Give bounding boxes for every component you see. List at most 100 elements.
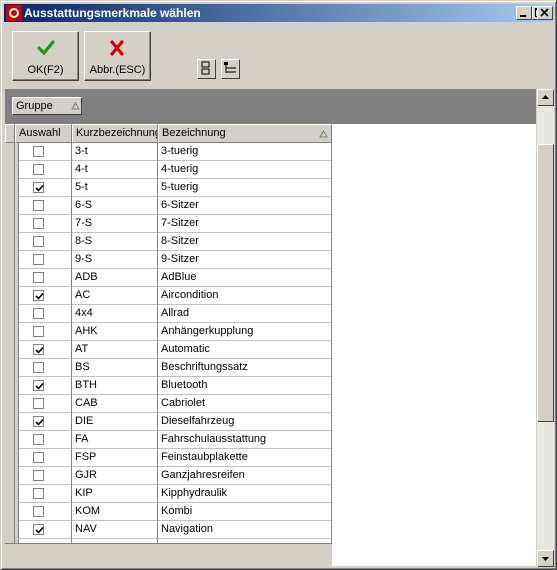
cell-kurzbezeichnung[interactable]: 5-t [72, 179, 158, 197]
row-indicator[interactable] [5, 305, 15, 323]
selection-checkbox[interactable] [33, 380, 44, 391]
cell-kurzbezeichnung[interactable]: 4x4 [72, 305, 158, 323]
cell-bezeichnung[interactable]: Cabriolet [158, 395, 332, 413]
row-indicator[interactable] [5, 521, 15, 539]
selection-checkbox[interactable] [33, 416, 44, 427]
header-bezeichnung[interactable]: Bezeichnung [158, 124, 332, 143]
cell-kurzbezeichnung[interactable]: AHK [72, 323, 158, 341]
cell-bezeichnung[interactable]: Beschriftungssatz [158, 359, 332, 377]
cell-kurzbezeichnung[interactable]: CAB [72, 395, 158, 413]
cell-bezeichnung[interactable]: Bluetooth [158, 377, 332, 395]
table-row[interactable]: 8-S 8-Sitzer [5, 233, 332, 251]
selection-checkbox[interactable] [33, 452, 44, 463]
column-layout-button[interactable] [197, 59, 216, 79]
cell-bezeichnung[interactable]: Fahrschulausstattung [158, 431, 332, 449]
selection-checkbox[interactable] [33, 236, 44, 247]
cell-kurzbezeichnung[interactable]: 8-S [72, 233, 158, 251]
table-row[interactable]: BTH Bluetooth [5, 377, 332, 395]
table-row[interactable]: 7-S 7-Sitzer [5, 215, 332, 233]
selection-checkbox[interactable] [33, 290, 44, 301]
cell-kurzbezeichnung[interactable]: AT [72, 341, 158, 359]
cell-kurzbezeichnung[interactable]: ADB [72, 269, 158, 287]
cell-bezeichnung[interactable]: Allrad [158, 305, 332, 323]
cell-kurzbezeichnung[interactable]: BS [72, 359, 158, 377]
row-indicator[interactable] [5, 215, 15, 233]
row-indicator[interactable] [5, 485, 15, 503]
vertical-scrollbar[interactable] [537, 89, 554, 567]
cell-kurzbezeichnung[interactable]: 9-S [72, 251, 158, 269]
cell-bezeichnung[interactable]: Feinstaubplakette [158, 449, 332, 467]
table-row[interactable]: 9-S 9-Sitzer [5, 251, 332, 269]
cell-bezeichnung[interactable]: Kombi [158, 503, 332, 521]
table-row[interactable]: GJR Ganzjahresreifen [5, 467, 332, 485]
selection-checkbox[interactable] [33, 326, 44, 337]
header-kurzbezeichnung[interactable]: Kurzbezeichnung [72, 124, 158, 143]
selection-checkbox[interactable] [33, 164, 44, 175]
cell-bezeichnung[interactable]: 4-tuerig [158, 161, 332, 179]
cell-kurzbezeichnung[interactable]: AC [72, 287, 158, 305]
cell-kurzbezeichnung[interactable]: DIE [72, 413, 158, 431]
selection-checkbox[interactable] [33, 434, 44, 445]
table-row[interactable]: DIE Dieselfahrzeug [5, 413, 332, 431]
row-indicator[interactable] [5, 449, 15, 467]
selection-checkbox[interactable] [33, 470, 44, 481]
table-row[interactable]: KOM Kombi [5, 503, 332, 521]
selection-checkbox[interactable] [33, 308, 44, 319]
row-indicator[interactable] [5, 143, 15, 161]
table-row[interactable]: FSP Feinstaubplakette [5, 449, 332, 467]
cell-bezeichnung[interactable]: Automatic [158, 341, 332, 359]
table-row[interactable]: 5-t 5-tuerig [5, 179, 332, 197]
cell-bezeichnung[interactable]: 9-Sitzer [158, 251, 332, 269]
row-indicator[interactable] [5, 197, 15, 215]
cell-bezeichnung[interactable]: 8-Sitzer [158, 233, 332, 251]
selection-checkbox[interactable] [33, 398, 44, 409]
row-indicator[interactable] [5, 323, 15, 341]
cell-bezeichnung[interactable]: 5-tuerig [158, 179, 332, 197]
selection-checkbox[interactable] [33, 488, 44, 499]
selection-checkbox[interactable] [33, 344, 44, 355]
cell-bezeichnung[interactable]: Anhängerkupplung [158, 323, 332, 341]
cell-kurzbezeichnung[interactable]: 3-t [72, 143, 158, 161]
cell-kurzbezeichnung[interactable]: FA [72, 431, 158, 449]
selection-checkbox[interactable] [33, 362, 44, 373]
row-indicator[interactable] [5, 341, 15, 359]
selection-checkbox[interactable] [33, 254, 44, 265]
cell-kurzbezeichnung[interactable]: FSP [72, 449, 158, 467]
selection-checkbox[interactable] [33, 146, 44, 157]
row-indicator[interactable] [5, 431, 15, 449]
row-indicator[interactable] [5, 269, 15, 287]
table-row[interactable]: NAV Navigation [5, 521, 332, 539]
cell-bezeichnung[interactable]: Navigation [158, 521, 332, 539]
cell-kurzbezeichnung[interactable]: 6-S [72, 197, 158, 215]
row-indicator[interactable] [5, 233, 15, 251]
selection-checkbox[interactable] [33, 272, 44, 283]
ok-button[interactable]: OK(F2) [12, 31, 79, 81]
table-row[interactable]: 3-t 3-tuerig [5, 143, 332, 161]
cell-bezeichnung[interactable]: Ganzjahresreifen [158, 467, 332, 485]
selection-checkbox[interactable] [33, 218, 44, 229]
cell-bezeichnung[interactable]: 6-Sitzer [158, 197, 332, 215]
row-indicator[interactable] [5, 179, 15, 197]
cell-kurzbezeichnung[interactable]: NAV [72, 521, 158, 539]
row-indicator[interactable] [5, 251, 15, 269]
cell-bezeichnung[interactable]: Dieselfahrzeug [158, 413, 332, 431]
table-row[interactable]: 4-t 4-tuerig [5, 161, 332, 179]
header-auswahl[interactable]: Auswahl [15, 124, 72, 143]
table-row[interactable]: KIP Kipphydraulik [5, 485, 332, 503]
cell-kurzbezeichnung[interactable]: KOM [72, 503, 158, 521]
close-button[interactable] [537, 6, 553, 20]
table-row[interactable]: AC Aircondition [5, 287, 332, 305]
selection-checkbox[interactable] [33, 506, 44, 517]
table-row[interactable]: ADB AdBlue [5, 269, 332, 287]
row-indicator[interactable] [5, 359, 15, 377]
row-indicator[interactable] [5, 413, 15, 431]
cell-kurzbezeichnung[interactable]: GJR [72, 467, 158, 485]
table-row[interactable]: 6-S 6-Sitzer [5, 197, 332, 215]
table-row[interactable]: AT Automatic [5, 341, 332, 359]
row-indicator[interactable] [5, 503, 15, 521]
cell-bezeichnung[interactable]: AdBlue [158, 269, 332, 287]
table-row[interactable]: 4x4 Allrad [5, 305, 332, 323]
cancel-button[interactable]: Abbr.(ESC) [84, 31, 151, 81]
minimize-button[interactable] [516, 6, 532, 20]
cell-bezeichnung[interactable]: 3-tuerig [158, 143, 332, 161]
